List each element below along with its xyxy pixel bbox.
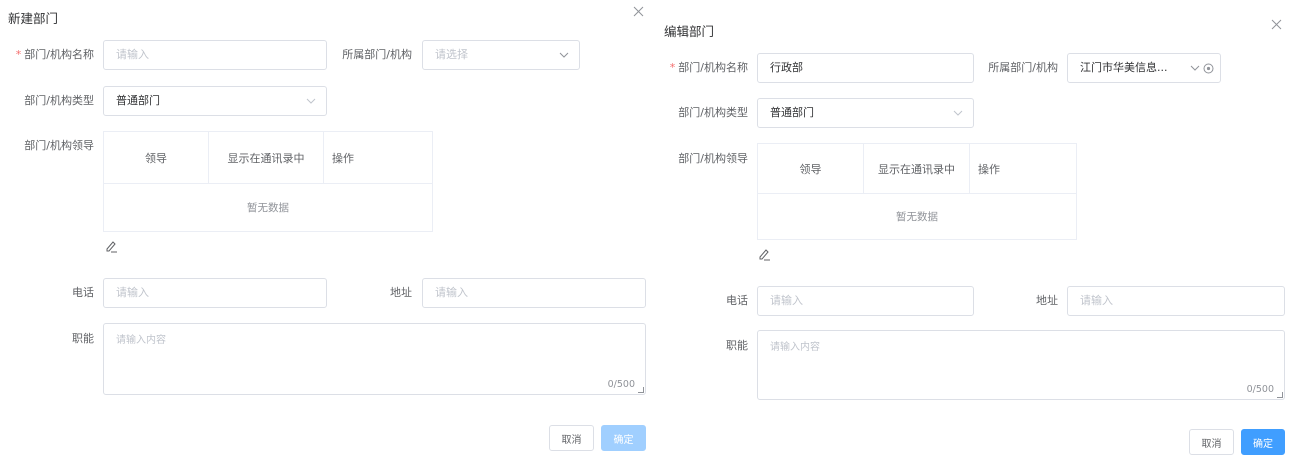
- parent-department-select[interactable]: 江门市华美信息...: [1067, 53, 1221, 83]
- table-header-cell: 操作: [332, 151, 354, 165]
- parent-department-label: 所属部门/机构: [988, 61, 1058, 74]
- select-value: 江门市华美信息...: [1080, 61, 1168, 74]
- table-empty-text: 暂无数据: [247, 202, 289, 214]
- phone-label: 电话: [726, 294, 748, 307]
- table-header: 领导 显示在通讯录中 操作: [104, 132, 432, 184]
- char-count: 0/500: [1246, 384, 1274, 395]
- function-textarea[interactable]: 请输入内容 0/500: [757, 330, 1285, 400]
- parent-department-select[interactable]: 请选择: [422, 40, 580, 70]
- function-label: 职能: [726, 339, 748, 352]
- dialog-title: 新建部门: [8, 11, 59, 26]
- table-header-cell: 显示在通讯录中: [209, 132, 324, 183]
- textarea-placeholder: 请输入内容: [770, 342, 820, 353]
- department-type-label: 部门/机构类型: [24, 94, 94, 107]
- table-header-cell: 操作: [978, 162, 1000, 176]
- select-suffix: [1190, 54, 1214, 82]
- address-label: 地址: [390, 286, 412, 299]
- department-type-select[interactable]: 普通部门: [757, 98, 974, 128]
- department-name-label: * 部门/机构名称: [669, 61, 748, 74]
- dialog-title: 编辑部门: [664, 24, 715, 39]
- department-name-input[interactable]: 行政部: [757, 53, 974, 83]
- department-name-input[interactable]: 请输入: [103, 40, 327, 70]
- required-mark: *: [15, 48, 22, 61]
- table-header: 领导 显示在通讯录中 操作: [758, 144, 1076, 194]
- close-icon[interactable]: [1271, 19, 1285, 33]
- address-label: 地址: [1036, 294, 1058, 307]
- confirm-button[interactable]: 确定: [601, 425, 646, 451]
- leader-table: 领导 显示在通讯录中 操作 暂无数据: [757, 143, 1077, 240]
- chevron-down-icon: [559, 41, 569, 69]
- table-header-cell: 领导: [758, 144, 864, 193]
- department-leader-label: 部门/机构领导: [24, 139, 94, 152]
- edit-icon[interactable]: [104, 239, 118, 253]
- edit-department-dialog: 编辑部门 * 部门/机构名称 行政部 所属部门/机构 江门市华美信息... 部门/…: [656, 0, 1313, 474]
- char-count: 0/500: [607, 379, 635, 390]
- function-label: 职能: [72, 332, 94, 345]
- chevron-down-icon: [306, 87, 316, 115]
- create-department-dialog: 新建部门 * 部门/机构名称 请输入 所属部门/机构 请选择 部门/机构类型 普通…: [0, 0, 655, 474]
- address-input[interactable]: 请输入: [422, 278, 646, 308]
- select-placeholder: 请选择: [435, 48, 468, 61]
- close-icon[interactable]: [633, 6, 647, 20]
- department-leader-label: 部门/机构领导: [678, 152, 748, 165]
- table-header-cell: 领导: [104, 132, 209, 183]
- address-input[interactable]: 请输入: [1067, 286, 1285, 316]
- textarea-placeholder: 请输入内容: [116, 335, 166, 346]
- confirm-button[interactable]: 确定: [1241, 429, 1285, 455]
- phone-input[interactable]: 请输入: [757, 286, 974, 316]
- department-name-label: * 部门/机构名称: [15, 48, 94, 61]
- select-value: 普通部门: [770, 106, 814, 119]
- resize-handle[interactable]: [1277, 392, 1283, 398]
- table-empty-text: 暂无数据: [896, 211, 938, 223]
- cancel-button[interactable]: 取消: [1189, 429, 1234, 455]
- chevron-down-icon: [953, 99, 963, 127]
- phone-label: 电话: [72, 286, 94, 299]
- resize-handle[interactable]: [638, 387, 644, 393]
- function-textarea[interactable]: 请输入内容 0/500: [103, 323, 646, 395]
- circle-close-icon[interactable]: [1203, 63, 1214, 74]
- chevron-down-icon: [1190, 65, 1200, 71]
- phone-input[interactable]: 请输入: [103, 278, 327, 308]
- department-type-label: 部门/机构类型: [678, 106, 748, 119]
- table-header-cell: 显示在通讯录中: [864, 144, 970, 193]
- edit-icon[interactable]: [757, 247, 771, 261]
- cancel-button[interactable]: 取消: [549, 425, 594, 451]
- select-value: 普通部门: [116, 94, 160, 107]
- department-type-select[interactable]: 普通部门: [103, 86, 327, 116]
- leader-table: 领导 显示在通讯录中 操作 暂无数据: [103, 131, 433, 232]
- required-mark: *: [669, 61, 676, 74]
- parent-department-label: 所属部门/机构: [342, 48, 412, 61]
